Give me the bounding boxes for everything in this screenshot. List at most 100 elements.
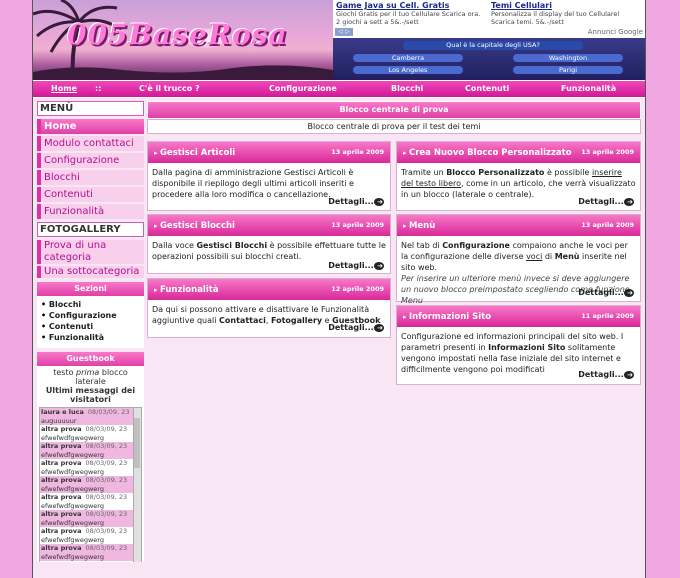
quiz-option[interactable]: Parigi bbox=[513, 66, 623, 74]
banner: 005BaseRosa bbox=[33, 0, 333, 80]
guestbook-entry-msg: efwefwdfgwegwerg bbox=[41, 484, 104, 493]
sidebar-item-home[interactable]: Home bbox=[37, 119, 144, 134]
article-header: Informazioni Sito 11 aprile 2009 bbox=[397, 306, 640, 328]
quiz-option[interactable]: Camberra bbox=[353, 54, 463, 62]
nav-contenuti[interactable]: Contenuti bbox=[465, 84, 509, 93]
guestbook-entry: altra prova 08/03/09, 23 efwefwdfgwegwerg bbox=[40, 493, 141, 510]
nav-funzionalita[interactable]: Funzionalità bbox=[561, 84, 616, 93]
guestbook-entry-date: 08/03/09, 23 bbox=[85, 459, 128, 467]
guestbook-title: Guestbook bbox=[37, 352, 144, 366]
nav-home[interactable]: Home bbox=[51, 84, 77, 93]
article-title[interactable]: Informazioni Sito bbox=[403, 312, 491, 322]
guestbook-entry-name: altra prova bbox=[41, 442, 82, 450]
guestbook-entry-name: altra prova bbox=[41, 425, 82, 433]
nav-blocchi[interactable]: Blocchi bbox=[391, 84, 423, 93]
details-link[interactable]: Dettagli... bbox=[578, 288, 634, 297]
guestbook-entry-msg: efwefwdfgwegwerg bbox=[41, 535, 104, 544]
article-title[interactable]: Gestisci Articoli bbox=[154, 148, 235, 158]
details-link[interactable]: Dettagli... bbox=[328, 261, 384, 270]
sections-list: Blocchi Configurazione Contenuti Funzion… bbox=[37, 296, 144, 348]
text-bold: Fotogallery bbox=[270, 316, 323, 325]
article-nuovo-blocco: Crea Nuovo Blocco Personalizzato 13 apri… bbox=[396, 141, 641, 211]
sidebar-item-configurazione[interactable]: Configurazione bbox=[37, 153, 144, 168]
section-link-configurazione[interactable]: Configurazione bbox=[41, 311, 141, 320]
guestbook-entry-msg: efwefwdfgwegwerg bbox=[41, 467, 104, 476]
article-title[interactable]: Menù bbox=[403, 221, 435, 231]
guestbook-entry-date: 08/03/09, 23 bbox=[87, 408, 130, 416]
text-bold: Blocco Personalizzato bbox=[446, 168, 545, 177]
article-title[interactable]: Crea Nuovo Blocco Personalizzato bbox=[403, 148, 572, 158]
text-part: Nel tab di bbox=[401, 241, 443, 250]
guestbook-entry-msg: auguuuuur bbox=[41, 416, 77, 425]
ad-title[interactable]: Game Java su Cell. Gratis bbox=[336, 1, 486, 10]
nav-separator: :: bbox=[95, 84, 102, 93]
guestbook-entry: altra prova 08/03/09, 23 efwefwdfgwegwerg bbox=[40, 544, 141, 561]
guestbook-entry-date: 08/03/09, 23 bbox=[85, 476, 128, 484]
google-ads-text: Annunci Google bbox=[587, 28, 643, 36]
section-link-contenuti[interactable]: Contenuti bbox=[41, 322, 141, 331]
ad-nav-arrows-icon[interactable]: ◁ ▷ bbox=[335, 28, 353, 36]
guestbook-entry-name: altra prova bbox=[41, 544, 82, 552]
guestbook-entry: altra prova 08/03/09, 23 efwefwdfgwegwerg bbox=[40, 476, 141, 493]
article-text: Dalla voce Gestisci Blocchi è possibile … bbox=[148, 237, 390, 262]
quiz-option[interactable]: Washington bbox=[513, 54, 623, 62]
guestbook-entry-name: altra prova bbox=[41, 459, 82, 467]
article-funzionalita: Funzionalità 12 aprile 2009 Da qui si po… bbox=[147, 278, 391, 338]
sidebar-item-contattaci[interactable]: Modulo contattaci bbox=[37, 136, 144, 151]
guestbook-entry-name: altra prova bbox=[41, 510, 82, 518]
guestbook-entry-msg: efwefwdfgwegwerg bbox=[41, 450, 104, 459]
article-header: Menù 13 aprile 2009 bbox=[397, 215, 640, 237]
ad-game-java[interactable]: Game Java su Cell. Gratis Giochi Gratis … bbox=[336, 1, 486, 26]
google-ads-label[interactable]: Annunci Google bbox=[588, 28, 643, 36]
text-part: è possibile bbox=[544, 168, 592, 177]
guestbook-entry-date: 08/03/09, 23 bbox=[85, 527, 128, 535]
guestbook-intro-a: testo bbox=[53, 368, 74, 377]
article-title[interactable]: Funzionalità bbox=[154, 285, 219, 295]
sidebar-item-blocchi[interactable]: Blocchi bbox=[37, 170, 144, 185]
site-logo[interactable]: 005BaseRosa bbox=[67, 18, 288, 51]
text-bold: Menù bbox=[554, 252, 580, 261]
article-date: 11 aprile 2009 bbox=[581, 312, 634, 320]
guestbook-entry-msg: efwefwdfgwegwerg bbox=[41, 552, 104, 561]
details-link[interactable]: Dettagli... bbox=[578, 370, 634, 379]
ad-text: Personalizza il display del tuo Cellular… bbox=[491, 10, 621, 26]
article-text: Tramite un Blocco Personalizzato è possi… bbox=[397, 164, 640, 200]
article-title[interactable]: Gestisci Blocchi bbox=[154, 221, 235, 231]
guestbook-entry: altra prova 08/03/09, 23 efwefwdfgwegwerg bbox=[40, 510, 141, 527]
central-block-title: Blocco centrale di prova bbox=[147, 101, 641, 119]
article-text: Dalla pagina di amministrazione Gestisci… bbox=[152, 168, 354, 199]
fotogallery-title: FOTOGALLERY bbox=[37, 222, 144, 237]
ad-title[interactable]: Temi Cellulari bbox=[491, 1, 645, 10]
details-link[interactable]: Dettagli... bbox=[328, 323, 384, 332]
details-link[interactable]: Dettagli... bbox=[578, 197, 634, 206]
sections-title: Sezioni bbox=[37, 282, 144, 296]
guestbook-box: testo prima blocco laterale Ultimi messa… bbox=[37, 366, 144, 562]
text-bold: Contattaci bbox=[219, 316, 266, 325]
ad-temi[interactable]: Temi Cellulari Personalizza il display d… bbox=[491, 1, 645, 26]
scrollbar-thumb[interactable] bbox=[134, 418, 140, 468]
sidebar-item-contenuti[interactable]: Contenuti bbox=[37, 187, 144, 202]
article-text: Configurazione ed informazioni principal… bbox=[397, 328, 640, 375]
guestbook-scrollbar[interactable] bbox=[133, 408, 141, 562]
quiz-ad[interactable]: Qual è la capitale degli USA? Camberra W… bbox=[333, 38, 645, 80]
guestbook-entry-date: 08/03/09, 23 bbox=[85, 425, 128, 433]
guestbook-entry-name: altra prova bbox=[41, 493, 82, 501]
guestbook-entry-name: altra prova bbox=[41, 527, 82, 535]
page: 005BaseRosa Game Java su Cell. Gratis Gi… bbox=[32, 0, 646, 578]
text-part: di bbox=[542, 252, 555, 261]
guestbook-messages[interactable]: laura e luca 08/03/09, 23 auguuuuur altra … bbox=[39, 407, 142, 562]
sidebar-item-funzionalita[interactable]: Funzionalità bbox=[37, 204, 144, 219]
details-link[interactable]: Dettagli... bbox=[328, 197, 384, 206]
article-header: Gestisci Blocchi 13 aprile 2009 bbox=[148, 215, 390, 237]
gallery-category[interactable]: Prova di una categoria bbox=[37, 240, 144, 264]
section-link-funzionalita[interactable]: Funzionalità bbox=[41, 333, 141, 342]
section-link-blocchi[interactable]: Blocchi bbox=[41, 300, 141, 309]
text-link[interactable]: voci bbox=[526, 252, 542, 261]
ad-area: Game Java su Cell. Gratis Giochi Gratis … bbox=[333, 0, 645, 80]
article-gestisci-blocchi: Gestisci Blocchi 13 aprile 2009 Dalla vo… bbox=[147, 214, 391, 274]
nav-trucco[interactable]: C'è il trucco ? bbox=[139, 84, 200, 93]
quiz-option[interactable]: Los Angeles bbox=[353, 66, 463, 74]
guestbook-entry: altra prova 08/03/09, 23 efwefwdfgwegwerg bbox=[40, 527, 141, 544]
gallery-subcategory[interactable]: Una sottocategoria bbox=[37, 266, 144, 278]
nav-configurazione[interactable]: Configurazione bbox=[269, 84, 337, 93]
